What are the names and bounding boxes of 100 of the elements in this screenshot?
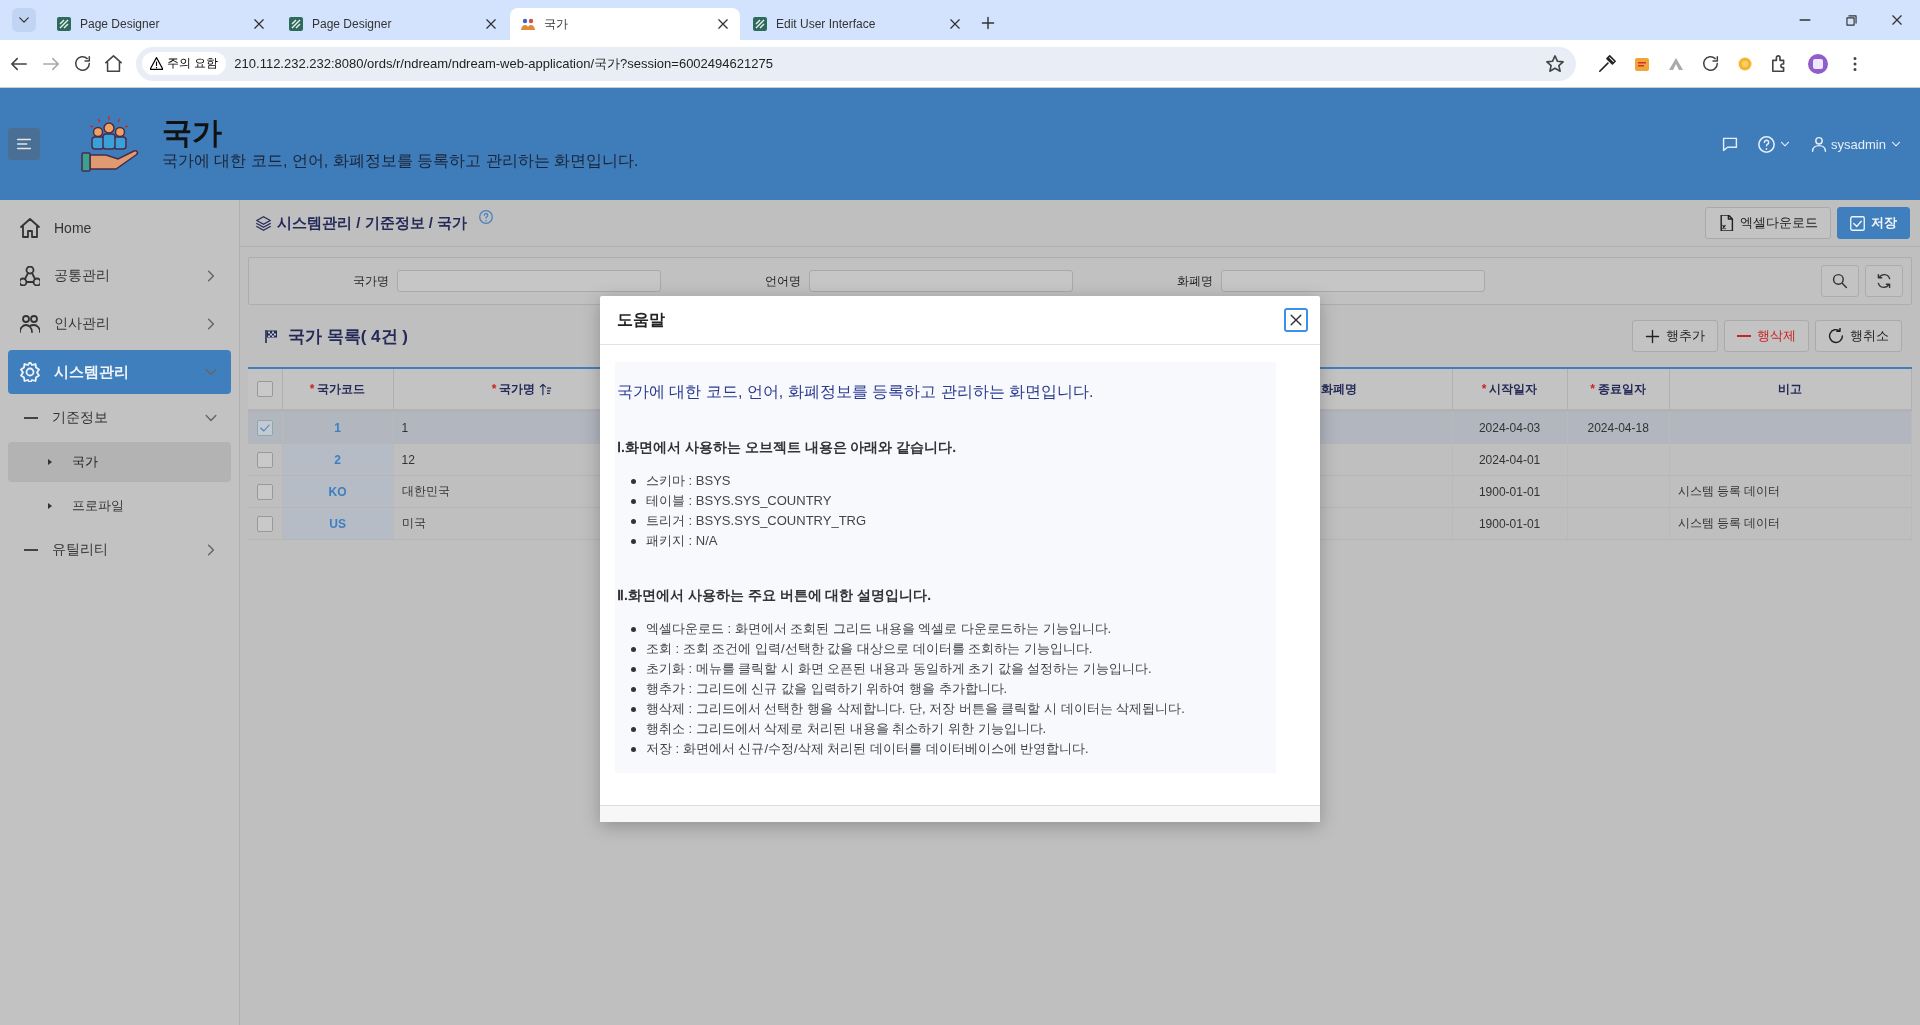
help-item: 조회 : 조회 조건에 입력/선택한 값을 대상으로 데이터를 조회하는 기능입니다. bbox=[646, 640, 1093, 658]
reload-icon[interactable] bbox=[74, 55, 91, 72]
menu-button[interactable] bbox=[8, 128, 40, 160]
bullet-icon bbox=[631, 746, 636, 752]
sidebar-item[interactable]: 프로파일 bbox=[8, 486, 231, 526]
user-icon bbox=[1811, 136, 1828, 152]
notes-icon[interactable] bbox=[1634, 55, 1650, 72]
url-text: 210.112.232.232:8080/ords/r/ndream/ndream-web-application/국가?session=6002494621275 bbox=[234, 54, 774, 73]
bullet-icon bbox=[631, 686, 636, 692]
checkbox[interactable] bbox=[256, 451, 273, 468]
browser-tab[interactable]: Page Designer bbox=[46, 8, 276, 40]
column-header[interactable]: * 국가코드 bbox=[282, 368, 394, 411]
reset-button[interactable] bbox=[1865, 265, 1903, 297]
input-field[interactable] bbox=[1221, 270, 1485, 292]
column-header[interactable]: 비고 bbox=[1669, 368, 1912, 411]
cancel-row-button[interactable]: 행취소 bbox=[1815, 320, 1902, 352]
table-cell: KO bbox=[282, 475, 394, 508]
warning-icon bbox=[150, 57, 163, 70]
field-label: 국가명 bbox=[352, 272, 389, 290]
checkbox-icon bbox=[1850, 215, 1865, 231]
close-icon[interactable] bbox=[252, 17, 266, 31]
bullet-icon bbox=[631, 478, 636, 484]
bullet-icon bbox=[631, 518, 636, 524]
help-item: 행삭제 : 그리드에서 선택한 행을 삭제합니다. 단, 저장 버튼을 클릭할 시 데이터는 삭제됩니다. bbox=[646, 700, 1185, 718]
browser-tab[interactable]: Page Designer bbox=[278, 8, 508, 40]
dash-icon bbox=[24, 549, 38, 551]
save-button[interactable]: 저장 bbox=[1837, 207, 1910, 239]
checkbox[interactable] bbox=[256, 419, 273, 436]
checkbox[interactable] bbox=[256, 381, 273, 397]
bullet-icon bbox=[631, 706, 636, 712]
security-chip[interactable]: 주의 요함 bbox=[142, 52, 227, 75]
bullet-icon bbox=[631, 538, 636, 544]
user-menu-button[interactable]: sysadmin bbox=[1811, 136, 1902, 152]
excel-download-button[interactable]: 엑셀다운로드 bbox=[1705, 207, 1831, 239]
table-cell: 2024-04-01 bbox=[1452, 443, 1568, 476]
list-title: 국가 목록( 4건 ) bbox=[288, 325, 408, 348]
sidebar-item[interactable]: 기준정보 bbox=[8, 398, 231, 438]
table-cell: US bbox=[282, 507, 394, 540]
input-field[interactable] bbox=[397, 270, 661, 292]
check-icon bbox=[258, 421, 271, 434]
nodes-icon bbox=[20, 266, 40, 286]
bullet-icon bbox=[631, 726, 636, 732]
table-cell: 1 bbox=[282, 410, 394, 444]
sidebar-item[interactable]: Home bbox=[8, 206, 231, 250]
tab-list-button[interactable] bbox=[12, 8, 36, 32]
reload-icon[interactable] bbox=[1702, 55, 1719, 72]
search-button[interactable] bbox=[1821, 265, 1859, 297]
add-row-button[interactable]: 행추가 bbox=[1632, 320, 1718, 352]
table-cell: 2024-04-18 bbox=[1567, 410, 1670, 444]
help-icon[interactable] bbox=[479, 210, 493, 224]
close-icon[interactable] bbox=[716, 17, 730, 31]
close-icon[interactable] bbox=[948, 17, 962, 31]
breadcrumb: 시스템관리 / 기준정보 / 국가 bbox=[277, 213, 467, 233]
refresh-icon bbox=[1876, 273, 1892, 289]
chat-icon[interactable] bbox=[1722, 136, 1739, 152]
bullet-icon bbox=[631, 498, 636, 504]
dialog-title: 도움말 bbox=[617, 309, 665, 330]
bullet-icon bbox=[631, 646, 636, 652]
checkbox[interactable] bbox=[256, 515, 273, 532]
section-heading: Ⅱ.화면에서 사용하는 주요 버튼에 대한 설명입니다. bbox=[617, 587, 933, 605]
help-item: 행추가 : 그리드에 신규 값을 입력하기 위하여 행을 추가합니다. bbox=[646, 680, 1008, 698]
browser-tab[interactable]: Edit User Interface bbox=[742, 8, 972, 40]
sidebar-item[interactable]: 인사관리 bbox=[8, 302, 231, 346]
checkbox[interactable] bbox=[256, 483, 273, 500]
input-field[interactable] bbox=[809, 270, 1073, 292]
star-icon[interactable] bbox=[1546, 54, 1564, 73]
table-cell: 시스템 등록 데이터 bbox=[1669, 475, 1912, 508]
help-menu-button[interactable] bbox=[1758, 135, 1792, 153]
plus-icon bbox=[1645, 328, 1660, 344]
sidebar-item[interactable]: 유틸리티 bbox=[8, 530, 231, 570]
column-header[interactable]: * 시작일자 bbox=[1452, 368, 1568, 411]
people-icon bbox=[520, 16, 536, 32]
sidebar-item[interactable]: 국가 bbox=[8, 442, 231, 482]
grid-icon bbox=[288, 16, 304, 32]
help-item: 행취소 : 그리드에서 삭제로 처리된 내용을 취소하기 위한 기능입니다. bbox=[646, 720, 1047, 738]
column-header[interactable]: * 종료일자 bbox=[1567, 368, 1670, 411]
help-icon bbox=[1758, 135, 1776, 153]
restore-icon bbox=[1844, 13, 1858, 27]
people-icon bbox=[20, 314, 40, 334]
profile-avatar[interactable] bbox=[1807, 52, 1829, 75]
grid-icon bbox=[752, 16, 768, 32]
search-icon bbox=[1832, 273, 1848, 289]
sidebar-item[interactable]: 시스템관리 bbox=[8, 350, 231, 394]
close-icon[interactable] bbox=[484, 17, 498, 31]
home-icon[interactable] bbox=[105, 55, 122, 72]
eyedropper-icon[interactable] bbox=[1598, 54, 1616, 73]
address-bar[interactable]: 주의 요함 210.112.232.232:8080/ords/r/ndream/ndream-web-application/국가?session=6002494621275 bbox=[136, 46, 1576, 81]
browser-tab[interactable]: 국가 bbox=[510, 8, 740, 40]
rotate-icon bbox=[1828, 328, 1844, 344]
table-cell: 시스템 등록 데이터 bbox=[1669, 507, 1912, 540]
sidebar-item[interactable]: 공통관리 bbox=[8, 254, 231, 298]
help-item: 저장 : 화면에서 신규/수정/삭제 처리된 데이터를 데이터베이스에 반영합니다. bbox=[646, 740, 1089, 758]
close-button[interactable] bbox=[1284, 308, 1308, 332]
field-label: 화폐명 bbox=[1176, 272, 1213, 290]
minus-icon bbox=[1737, 335, 1751, 337]
table-cell: 1900-01-01 bbox=[1452, 507, 1568, 540]
bullet-icon bbox=[631, 626, 636, 632]
close-icon bbox=[1890, 13, 1904, 27]
flag-icon bbox=[264, 329, 278, 343]
help-item: 초기화 : 메뉴를 클릭할 시 화면 오픈된 내용과 동일하게 초기 값을 설정하는 기능입니다. bbox=[646, 660, 1152, 678]
